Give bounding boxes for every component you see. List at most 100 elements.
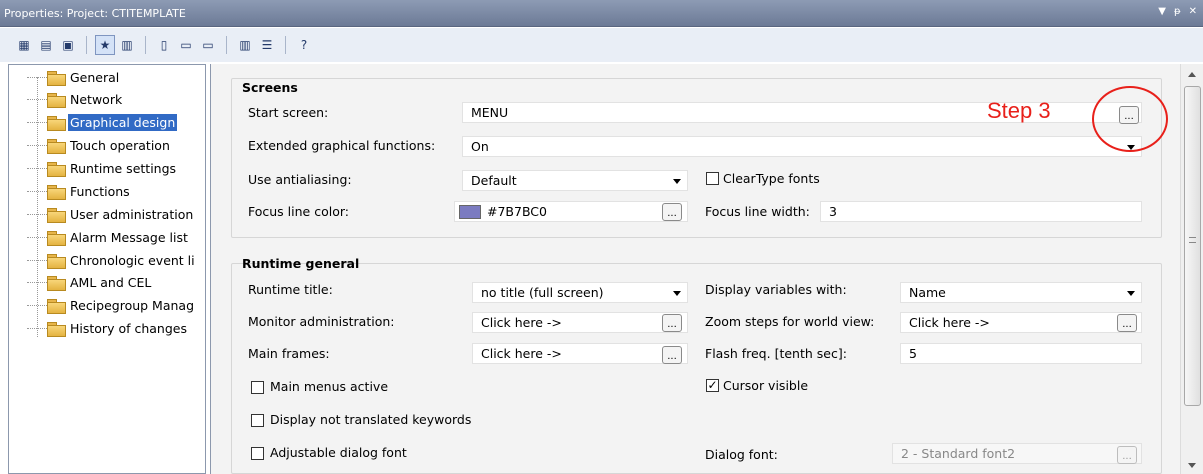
tree-item-runtime-settings[interactable]: Runtime settings [9,158,205,178]
focus-color-field[interactable]: #7B7BC0 [454,201,688,222]
runtime-title-select[interactable]: no title (full screen) [472,282,688,303]
monitor-admin-browse-button[interactable]: ... [662,314,682,332]
display-not-translated-checkbox[interactable] [251,414,264,427]
tree-item-label: Network [70,91,123,107]
field2-icon[interactable]: ▭ [198,35,218,55]
flash-freq-label: Flash freq. [tenth sec]: [705,346,847,361]
folder-icon [47,115,66,131]
window-icon[interactable]: ▣ [58,35,78,55]
ext-func-value: On [471,139,489,154]
toolbar-separator [226,36,227,54]
folder-icon [47,207,66,223]
start-screen-label: Start screen: [248,105,329,120]
dialog-font-browse-button[interactable]: ... [1117,446,1137,464]
folder-icon [47,92,66,108]
cursor-visible-label: Cursor visible [723,378,809,393]
display-not-translated-label: Display not translated keywords [270,412,472,427]
ext-func-select[interactable]: On [462,136,1142,157]
tree-item-chronologic-event[interactable]: Chronologic event li [9,250,205,270]
main-frames-field[interactable]: Click here -> [472,343,688,364]
dialog-font-label: Dialog font: [705,447,778,462]
vertical-scrollbar[interactable] [1180,64,1203,474]
page-icon[interactable]: ▯ [154,35,174,55]
help-icon[interactable]: ? [294,35,314,55]
folder-icon [47,138,66,154]
zoom-steps-field[interactable]: Click here -> [900,312,1142,333]
folder-icon [47,298,66,314]
scroll-down-icon[interactable] [1188,463,1196,468]
focus-width-value: 3 [829,204,837,219]
folder-icon [47,70,66,86]
start-screen-value: MENU [471,105,509,120]
focus-color-value: #7B7BC0 [487,204,547,219]
dialog-font-value: 2 - Standard font2 [901,446,1016,461]
zoom-steps-browse-button[interactable]: ... [1117,314,1137,332]
tree-item-label: Alarm Message list [70,229,188,245]
tree-item-label: Recipegroup Manag [70,297,195,313]
scroll-thumb[interactable] [1184,86,1201,406]
tree-item-label: General [70,69,120,85]
scroll-up-icon[interactable] [1188,72,1196,77]
tree-item-graphical-design[interactable]: Graphical design [9,112,205,132]
main-menus-label: Main menus active [270,379,389,394]
monitor-admin-label: Monitor administration: [248,314,395,329]
tree-item-network[interactable]: Network [9,89,205,109]
pin-icon[interactable]: ᵽ [1174,6,1181,17]
tree-item-recipegroup[interactable]: Recipegroup Manag [9,295,205,315]
tree-item-alarm-message-list[interactable]: Alarm Message list [9,227,205,247]
tree-item-label: User administration [70,206,194,222]
main-frames-value: Click here -> [481,346,562,361]
tree-item-label: Graphical design [68,113,178,131]
adjustable-font-checkbox[interactable] [251,447,264,460]
monitor-admin-value: Click here -> [481,315,562,330]
antialias-value: Default [471,173,517,188]
folder-icon [47,230,66,246]
tree-item-label: AML and CEL [70,274,152,290]
category-tree: General Network Graphical design Touch o… [8,64,206,474]
flash-freq-field[interactable]: 5 [900,343,1142,364]
focus-width-field[interactable]: 3 [820,201,1142,222]
grid-icon[interactable]: ▦ [14,35,34,55]
ext-func-label: Extended graphical functions: [248,138,436,153]
dialog-font-field[interactable]: 2 - Standard font2 [892,443,1142,464]
tree-item-general[interactable]: General [9,67,205,87]
doc-list-icon[interactable]: ▤ [36,35,56,55]
monitor-admin-field[interactable]: Click here -> [472,312,688,333]
toolbar: ▦ ▤ ▣ ★ ▥ ▯ ▭ ▭ ▥ ☰ ? [0,28,1203,62]
close-icon[interactable]: ✕ [1189,6,1197,17]
star-icon[interactable]: ★ [95,35,115,55]
tree-item-touch-operation[interactable]: Touch operation [9,135,205,155]
folder-icon [47,161,66,177]
field-icon[interactable]: ▭ [176,35,196,55]
chevron-down-icon [673,291,681,296]
focus-color-browse-button[interactable]: ... [662,203,682,221]
main-menus-checkbox[interactable] [251,381,264,394]
columns-icon[interactable]: ▥ [235,35,255,55]
tree-item-aml-cel[interactable]: AML and CEL [9,272,205,292]
adjustable-font-label: Adjustable dialog font [270,445,407,460]
title-bar: Properties: Project: CTITEMPLATE ▼ ᵽ ✕ [0,0,1203,27]
properties-icon[interactable]: ▥ [117,35,137,55]
list-icon[interactable]: ☰ [257,35,277,55]
tree-item-functions[interactable]: Functions [9,181,205,201]
tree-item-user-administration[interactable]: User administration [9,204,205,224]
color-swatch [459,204,481,219]
focus-color-label: Focus line color: [248,204,349,219]
toolbar-separator [86,36,87,54]
display-vars-select[interactable]: Name [900,282,1142,303]
step-annotation: Step 3 [987,98,1051,123]
tree-item-label: History of changes [70,320,187,336]
annotation-circle [1092,86,1168,152]
antialias-select[interactable]: Default [462,170,688,191]
tree-item-label: Runtime settings [70,160,177,176]
screens-title: Screens [242,80,298,95]
tree-item-history[interactable]: History of changes [9,318,205,338]
tree-item-label: Chronologic event li [70,252,195,268]
dropdown-icon[interactable]: ▼ [1158,6,1166,17]
cleartype-checkbox[interactable] [706,172,719,185]
cursor-visible-checkbox[interactable]: ✓ [706,379,719,392]
window-controls: ▼ ᵽ ✕ [1158,6,1197,17]
main-frames-label: Main frames: [248,346,330,361]
window-title: Properties: Project: CTITEMPLATE [4,6,186,20]
main-frames-browse-button[interactable]: ... [662,346,682,364]
